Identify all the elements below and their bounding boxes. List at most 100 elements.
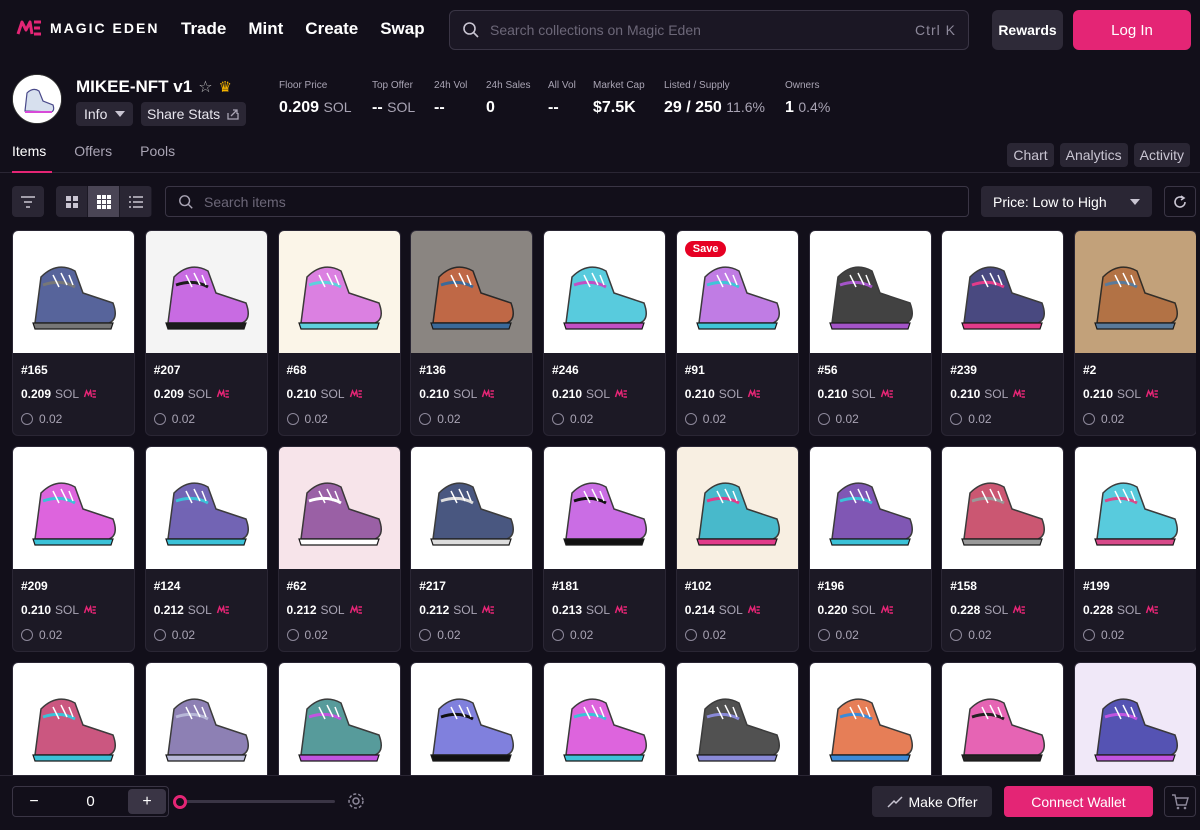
nav-link-create[interactable]: Create [305, 19, 358, 39]
tab-activity[interactable]: Activity [1133, 143, 1190, 167]
nft-card[interactable]: #158 0.228 SOL 0.02 [941, 446, 1065, 652]
nft-image[interactable] [411, 447, 533, 569]
login-button[interactable]: Log In [1073, 10, 1191, 50]
nft-card[interactable]: #2 0.210 SOL 0.02 [1074, 230, 1196, 436]
price-value: 0.210 [684, 387, 715, 401]
nft-image[interactable] [13, 663, 134, 775]
nft-card[interactable]: #239 0.210 SOL 0.02 [941, 230, 1065, 436]
nft-image[interactable] [942, 663, 1064, 775]
tab-items[interactable]: Items [12, 143, 46, 159]
nft-image[interactable] [145, 447, 267, 569]
nft-image[interactable] [278, 231, 400, 353]
nft-card[interactable] [1074, 662, 1196, 775]
nft-card[interactable]: #165 0.209 SOL 0.02 [12, 230, 135, 436]
tab-offers[interactable]: Offers [74, 143, 112, 159]
nft-image[interactable] [676, 663, 798, 775]
nft-card[interactable]: #209 0.210 SOL 0.02 [12, 446, 135, 652]
nft-card[interactable]: #136 0.210 SOL 0.02 [410, 230, 534, 436]
star-icon[interactable]: ☆ [198, 77, 212, 97]
slider-handle[interactable] [173, 795, 187, 809]
info-dropdown[interactable]: Info [76, 102, 134, 126]
nft-card[interactable]: #207 0.209 SOL 0.02 [144, 230, 268, 436]
royalty-icon [684, 629, 697, 641]
rewards-button[interactable]: Rewards [992, 10, 1063, 50]
nft-image[interactable] [1075, 447, 1196, 569]
nav-link-swap[interactable]: Swap [380, 19, 424, 39]
nav-link-mint[interactable]: Mint [248, 19, 283, 39]
tab-analytics[interactable]: Analytics [1059, 143, 1128, 167]
nft-image[interactable] [145, 231, 267, 353]
tab-pools[interactable]: Pools [140, 143, 175, 159]
nft-image[interactable] [942, 447, 1064, 569]
nft-card[interactable] [277, 662, 401, 775]
quantity-value[interactable]: 0 [86, 793, 94, 810]
nft-card[interactable] [144, 662, 268, 775]
nft-card[interactable]: #102 0.214 SOL 0.02 [675, 446, 799, 652]
list-view-button[interactable] [120, 186, 152, 217]
nft-image[interactable] [809, 447, 931, 569]
filter-button[interactable] [12, 186, 44, 217]
nft-card[interactable]: #246 0.210 SOL 0.02 [543, 230, 666, 436]
nft-card[interactable]: Save #91 0.210 SOL 0.02 [675, 230, 799, 436]
nft-card[interactable] [675, 662, 799, 775]
nft-card[interactable] [12, 662, 135, 775]
nft-card[interactable]: #199 0.228 SOL 0.02 [1074, 446, 1196, 652]
nft-image[interactable] [1075, 663, 1196, 775]
nft-image[interactable] [942, 231, 1064, 353]
pinterest-save-button[interactable]: Save [684, 241, 727, 257]
gear-icon[interactable] [346, 791, 366, 811]
nft-image[interactable] [278, 663, 400, 775]
nft-image[interactable] [544, 663, 665, 775]
nft-image[interactable]: Save [676, 231, 798, 353]
sneaker-image-icon [563, 482, 647, 546]
nft-card[interactable]: #196 0.220 SOL 0.02 [808, 446, 932, 652]
sort-dropdown[interactable]: Price: Low to High [981, 186, 1152, 217]
magic-eden-logo[interactable]: MAGIC EDEN [16, 18, 159, 38]
tab-chart[interactable]: Chart [1007, 143, 1054, 167]
nft-image[interactable] [676, 447, 798, 569]
nft-image[interactable] [544, 231, 665, 353]
decrement-button[interactable]: − [15, 789, 53, 814]
increment-button[interactable]: + [128, 789, 166, 814]
nft-card[interactable] [410, 662, 534, 775]
nft-id: #207 [153, 363, 181, 377]
nft-image[interactable] [145, 663, 267, 775]
make-offer-button[interactable]: Make Offer [872, 786, 992, 817]
nft-image[interactable] [809, 231, 931, 353]
nft-image[interactable] [13, 231, 134, 353]
search-icon [179, 194, 193, 209]
sneaker-image-icon [695, 482, 780, 546]
nft-card[interactable]: #124 0.212 SOL 0.02 [144, 446, 268, 652]
nft-price: 0.214 SOL [685, 603, 761, 617]
nft-image[interactable] [809, 663, 931, 775]
nft-card[interactable]: #68 0.210 SOL 0.02 [277, 230, 401, 436]
nft-image[interactable] [13, 447, 134, 569]
logo-text: MAGIC EDEN [50, 20, 160, 36]
nft-fee: 0.02 [1083, 628, 1124, 642]
nft-image[interactable] [411, 663, 533, 775]
grid-small-view-button[interactable] [88, 186, 120, 217]
connect-wallet-button[interactable]: Connect Wallet [1004, 786, 1153, 817]
nft-card[interactable] [543, 662, 666, 775]
nft-card[interactable]: #217 0.212 SOL 0.02 [410, 446, 534, 652]
nft-image[interactable] [1075, 231, 1196, 353]
nft-card[interactable]: #181 0.213 SOL 0.02 [543, 446, 666, 652]
nft-card[interactable] [941, 662, 1065, 775]
fee-value: 0.02 [437, 412, 461, 426]
sweep-slider[interactable] [173, 795, 335, 809]
nft-image[interactable] [544, 447, 665, 569]
nav-link-trade[interactable]: Trade [181, 19, 226, 39]
cart-button[interactable] [1164, 786, 1196, 817]
share-stats-button[interactable]: Share Stats [141, 102, 247, 126]
nft-card[interactable] [808, 662, 932, 775]
sneaker-image-icon [695, 698, 780, 762]
refresh-button[interactable] [1164, 186, 1196, 217]
collection-search-input[interactable]: Search collections on Magic Eden Ctrl K [449, 10, 969, 50]
grid-large-view-button[interactable] [56, 186, 88, 217]
nft-image[interactable] [411, 231, 533, 353]
items-search-input[interactable]: Search items [165, 186, 969, 217]
royalty-icon [1083, 413, 1095, 425]
nft-card[interactable]: #56 0.210 SOL 0.02 [808, 230, 932, 436]
nft-card[interactable]: #62 0.212 SOL 0.02 [277, 446, 401, 652]
nft-image[interactable] [278, 447, 400, 569]
